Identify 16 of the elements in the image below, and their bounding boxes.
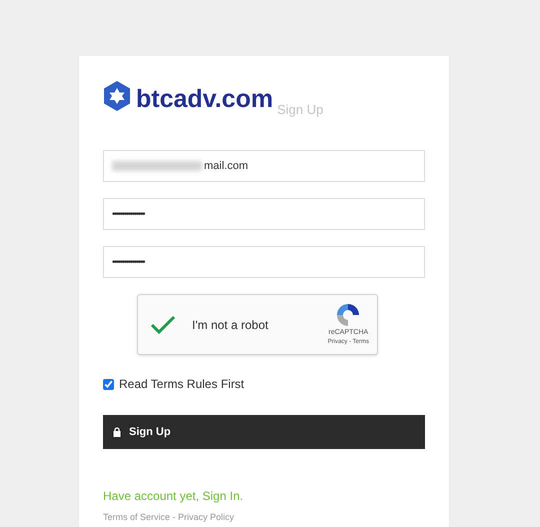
logo-icon [103, 80, 131, 112]
email-field[interactable]: mail.com [103, 150, 425, 182]
lock-icon [113, 427, 121, 437]
password-field[interactable]: •••••••••••••••• [103, 198, 425, 230]
separator: - [172, 511, 177, 524]
terms-label[interactable]: Read Terms Rules First [119, 375, 244, 393]
sign-up-button[interactable]: Sign Up [103, 415, 425, 449]
password-field[interactable]: •••••••••••••••• [103, 246, 425, 278]
field-value: •••••••••••••••• [112, 256, 144, 270]
field-value: •••••••••••••••• [112, 208, 144, 222]
recaptcha-logo-icon [335, 302, 362, 328]
captcha-label: I'm not a robot [192, 316, 268, 334]
field-value: mail.com [204, 158, 248, 174]
logo-text: btcadv.com [136, 87, 274, 112]
terms-checkbox[interactable] [103, 378, 114, 390]
page-heading: Sign Up [277, 103, 324, 116]
